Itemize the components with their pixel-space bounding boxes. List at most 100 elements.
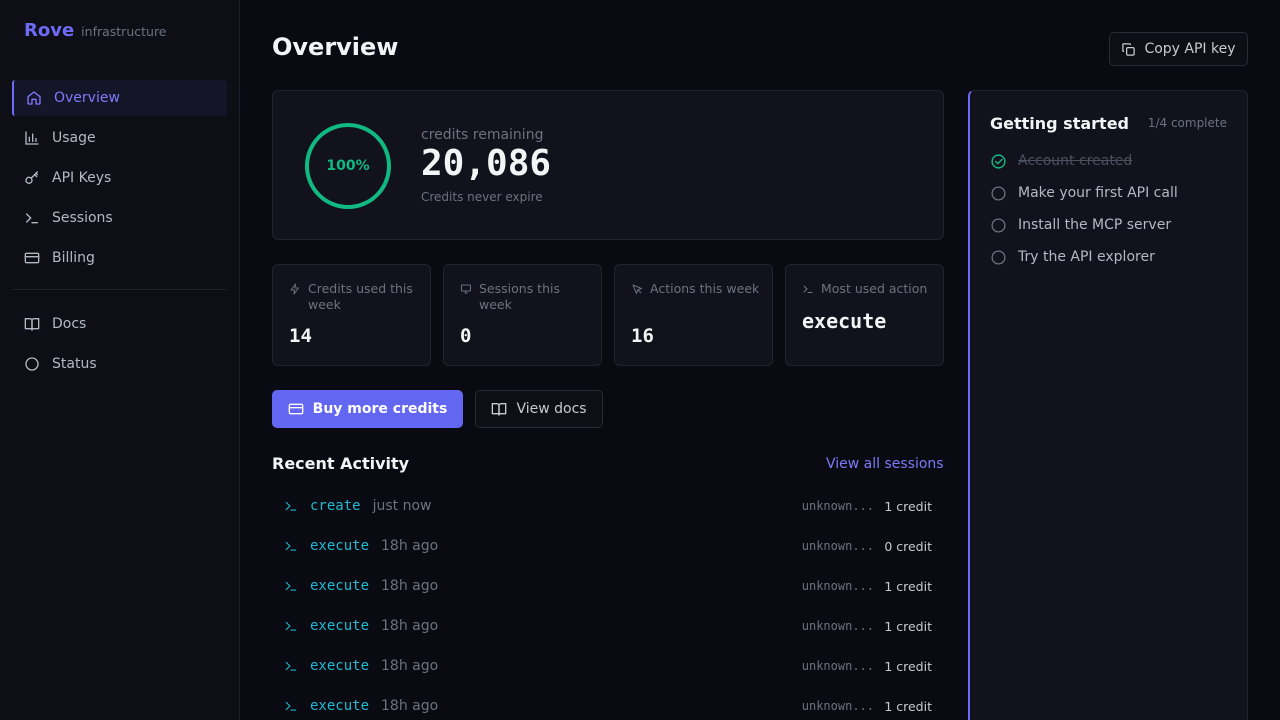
buy-more-credits-button[interactable]: Buy more credits (272, 390, 463, 428)
stat-value: 16 (631, 325, 654, 347)
sidebar-item-usage[interactable]: Usage (12, 120, 227, 156)
stat-sessions: Sessions this week 0 (443, 264, 602, 366)
activity-row[interactable]: execute 18h ago unknown... 1 credit (272, 646, 944, 686)
stat-value: execute (802, 309, 887, 333)
sidebar-item-label: Overview (54, 90, 120, 106)
sidebar-item-billing[interactable]: Billing (12, 240, 227, 276)
sidebar-item-label: Docs (52, 316, 87, 332)
checklist-item-first-api-call[interactable]: Make your first API call (990, 177, 1230, 209)
sidebar-item-status[interactable]: Status (12, 346, 227, 382)
activity-row[interactable]: execute 18h ago unknown... 1 credit (272, 686, 944, 720)
key-icon (25, 171, 38, 184)
activity-session: unknown... (801, 699, 874, 713)
activity-credits: 0 credit (884, 538, 932, 554)
activity-time: just now (372, 498, 432, 514)
activity-credits: 1 credit (884, 698, 932, 714)
terminal-icon (285, 701, 297, 711)
page-title: Overview (272, 33, 399, 61)
brand[interactable]: Rove infrastructure (24, 20, 167, 41)
checklist-item-install-mcp[interactable]: Install the MCP server (990, 209, 1230, 241)
sidebar-item-label: Billing (52, 250, 95, 266)
checklist-item-api-explorer[interactable]: Try the API explorer (990, 241, 1230, 273)
activity-time: 18h ago (381, 538, 439, 554)
activity-session: unknown... (801, 499, 874, 513)
checklist-label: Make your first API call (1018, 185, 1178, 201)
activity-session: unknown... (801, 659, 874, 673)
terminal-icon (803, 285, 813, 293)
getting-started-title: Getting started (990, 114, 1129, 133)
monitor-icon (461, 284, 471, 294)
activity-action: execute (310, 698, 370, 714)
stat-label: Credits used this week (308, 281, 413, 312)
credits-label: credits remaining (421, 127, 544, 143)
sidebar-item-api-keys[interactable]: API Keys (12, 160, 227, 196)
stat-label: Sessions this week (479, 281, 560, 312)
terminal-icon (285, 661, 297, 671)
activity-row[interactable]: execute 18h ago unknown... 0 credit (272, 526, 944, 566)
activity-action: create (310, 498, 361, 514)
getting-started-list: Account created Make your first API call… (990, 145, 1230, 273)
activity-session: unknown... (801, 619, 874, 633)
stat-value: 0 (460, 325, 472, 347)
checklist-label: Try the API explorer (1018, 249, 1155, 265)
brand-subtitle: infrastructure (81, 24, 167, 39)
book-icon (492, 403, 507, 416)
activity-credits: 1 credit (884, 618, 932, 634)
sidebar-item-sessions[interactable]: Sessions (12, 200, 227, 236)
view-docs-button[interactable]: View docs (475, 390, 603, 428)
activity-time: 18h ago (381, 618, 439, 634)
credits-card: 100% credits remaining 20,086 Credits ne… (272, 90, 944, 240)
activity-row[interactable]: execute 18h ago unknown... 1 credit (272, 566, 944, 606)
recent-activity-title: Recent Activity (272, 454, 410, 473)
activity-session: unknown... (801, 579, 874, 593)
stat-most-used-action: Most used action execute (785, 264, 944, 366)
activity-credits: 1 credit (884, 578, 932, 594)
stat-label: Most used action (821, 281, 928, 296)
sidebar-item-label: Sessions (52, 210, 113, 226)
credit-card-icon (24, 252, 40, 264)
sidebar-item-docs[interactable]: Docs (12, 306, 227, 342)
circle-icon (25, 357, 39, 371)
check-circle-icon (991, 153, 1006, 169)
activity-time: 18h ago (381, 698, 439, 714)
circle-icon (991, 217, 1006, 233)
activity-time: 18h ago (381, 578, 439, 594)
terminal-icon (285, 581, 297, 591)
book-icon (24, 318, 40, 331)
credits-note: Credits never expire (421, 190, 543, 204)
stat-label: Actions this week (650, 281, 760, 296)
checklist-label: Install the MCP server (1018, 217, 1172, 233)
activity-row[interactable]: create just now unknown... 1 credit (272, 486, 944, 526)
circle-icon (991, 185, 1006, 201)
terminal-icon (26, 213, 38, 224)
copy-api-key-label: Copy API key (1144, 41, 1236, 57)
terminal-icon (285, 541, 297, 551)
checklist-item-account-created[interactable]: Account created (990, 145, 1230, 177)
credits-percent: 100% (326, 158, 370, 174)
view-docs-label: View docs (516, 401, 587, 417)
sidebar-nav: Overview Usage API Keys Sessions Billing… (12, 80, 227, 386)
terminal-icon (285, 501, 297, 511)
stat-value: 14 (289, 325, 312, 347)
activity-credits: 1 credit (884, 498, 932, 514)
sidebar-item-overview[interactable]: Overview (12, 80, 227, 116)
brand-name: Rove (24, 20, 75, 41)
stat-credits-used: Credits used this week 14 (272, 264, 431, 366)
home-icon (27, 91, 41, 105)
credit-card-icon (288, 403, 303, 415)
sidebar-divider (12, 289, 227, 290)
view-all-sessions-link[interactable]: View all sessions (826, 456, 944, 472)
terminal-icon (285, 621, 297, 631)
copy-api-key-button[interactable]: Copy API key (1109, 32, 1248, 66)
activity-time: 18h ago (381, 658, 439, 674)
buy-more-credits-label: Buy more credits (312, 401, 448, 417)
copy-icon (1122, 42, 1136, 56)
activity-list: create just now unknown... 1 credit exec… (272, 486, 944, 720)
checklist-label: Account created (1018, 153, 1133, 169)
zap-icon (290, 283, 299, 295)
stat-actions: Actions this week 16 (614, 264, 773, 366)
activity-action: execute (310, 578, 370, 594)
sidebar-item-label: Usage (52, 130, 96, 146)
activity-row[interactable]: execute 18h ago unknown... 1 credit (272, 606, 944, 646)
circle-icon (991, 249, 1006, 265)
